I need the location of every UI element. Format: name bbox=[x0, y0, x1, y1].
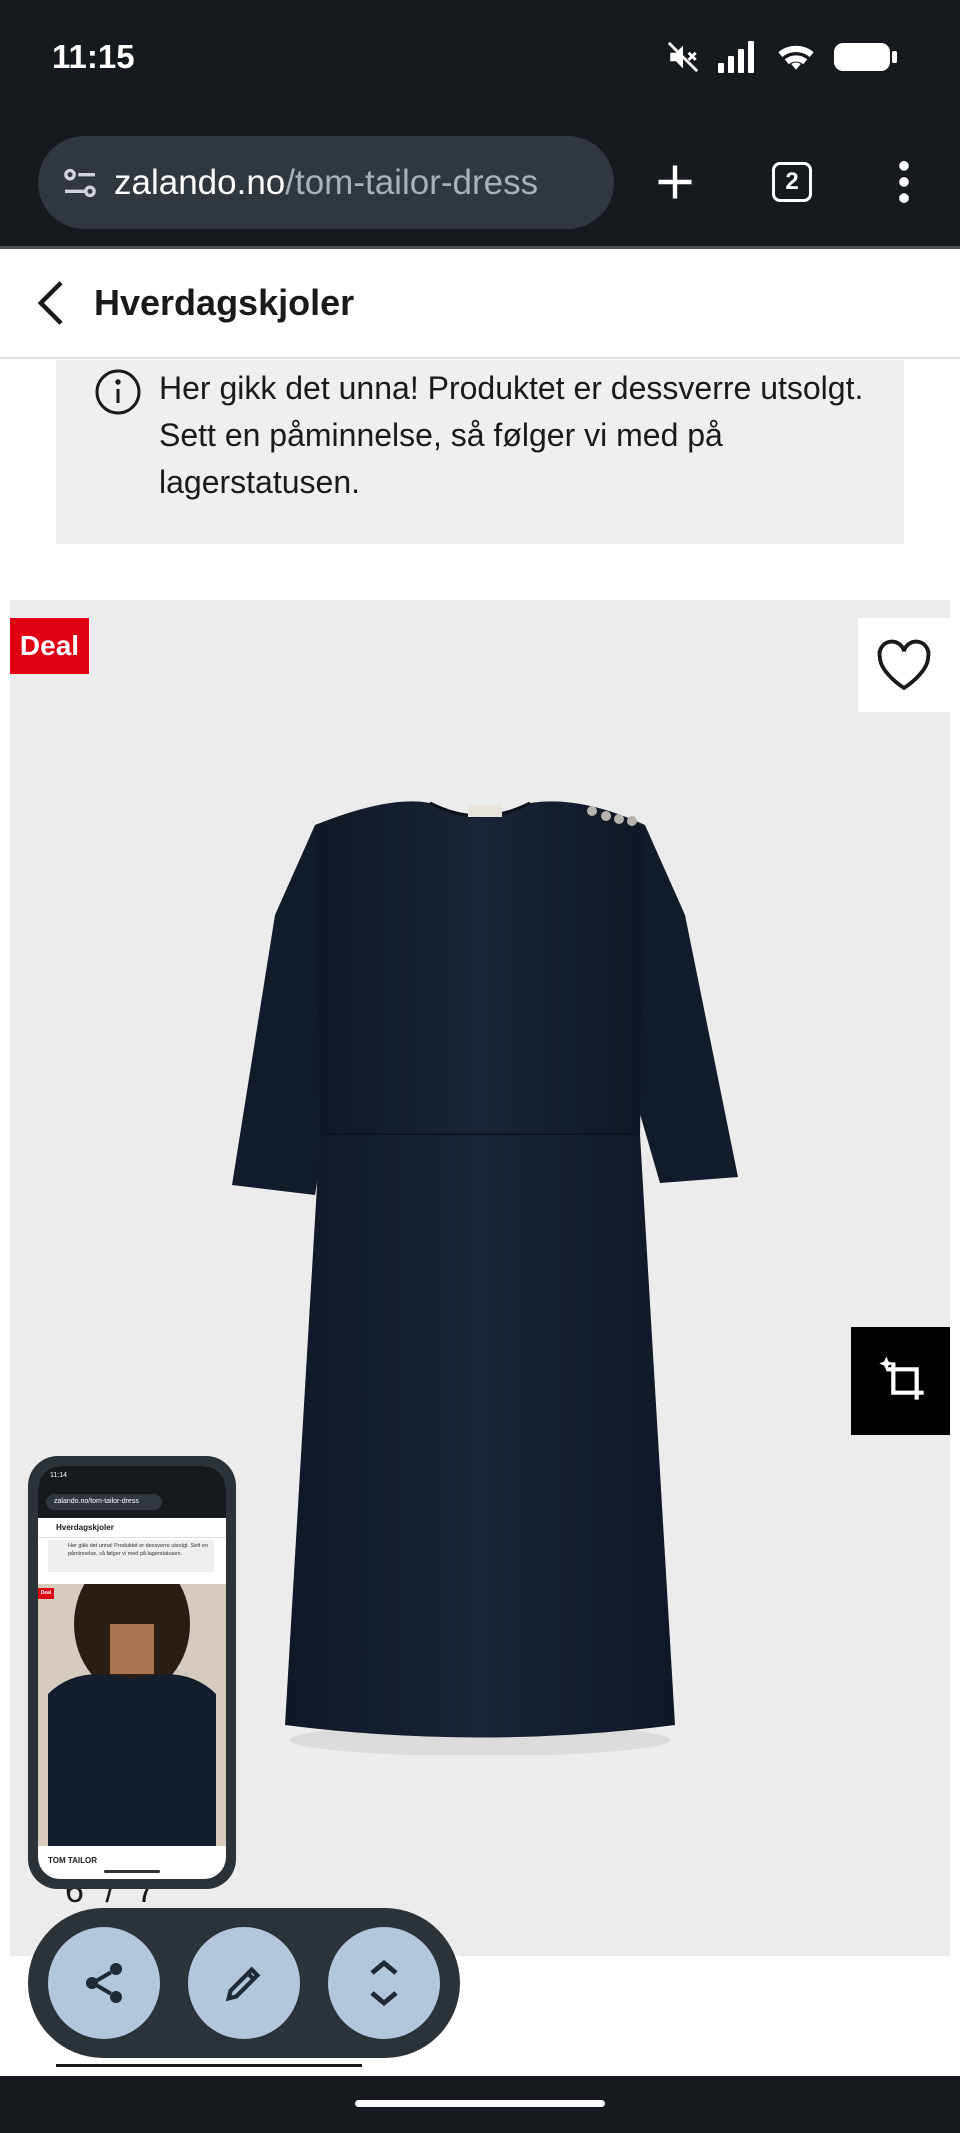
page-title: Hverdagskjoler bbox=[94, 282, 355, 323]
product-dress-image bbox=[232, 801, 738, 1755]
address-bar[interactable]: zalando.no/tom-tailor-dress bbox=[38, 136, 614, 229]
more-vertical-icon bbox=[899, 161, 909, 203]
url-text: zalando.no/tom-tailor-dress bbox=[114, 163, 538, 203]
info-icon bbox=[95, 369, 141, 415]
url-path: /tom-tailor-dress bbox=[285, 162, 539, 202]
notice-text: Her gikk det unna! Produktet er dessverr… bbox=[159, 370, 864, 500]
wifi-icon bbox=[778, 45, 814, 70]
thumbnail-url: zalando.no/tom-tailor-dress bbox=[46, 1494, 162, 1510]
new-tab-button[interactable] bbox=[640, 147, 710, 217]
heart-icon bbox=[877, 639, 931, 691]
signal-icon bbox=[718, 41, 754, 73]
home-indicator[interactable] bbox=[355, 2100, 605, 2107]
mute-icon bbox=[667, 41, 699, 73]
pencil-icon bbox=[225, 1966, 261, 2002]
sold-out-notice: Her gikk det unna! Produktet er dessverr… bbox=[56, 360, 904, 544]
status-icons bbox=[666, 40, 898, 74]
wishlist-button[interactable] bbox=[858, 618, 950, 712]
page-header: Hverdagskjoler bbox=[0, 249, 960, 359]
tab-count: 2 bbox=[772, 162, 812, 202]
browser-chrome: 11:15 zalando.no/tom-tailor-dress 2 bbox=[0, 0, 960, 249]
thumbnail-model-photo: Deal bbox=[38, 1584, 226, 1846]
thumbnail-home-indicator bbox=[104, 1870, 160, 1873]
thumbnail-model-image bbox=[38, 1584, 226, 1846]
thumbnail-notice: Her gikk det unna! Produktet er dessverr… bbox=[48, 1540, 214, 1572]
crop-sparkle-icon bbox=[879, 1356, 924, 1400]
expand-capture-button[interactable] bbox=[328, 1927, 440, 2039]
battery-icon bbox=[834, 43, 897, 71]
share-button[interactable] bbox=[48, 1927, 160, 2039]
chevron-left-icon bbox=[37, 281, 63, 325]
image-search-button[interactable] bbox=[851, 1327, 950, 1435]
edit-button[interactable] bbox=[188, 1927, 300, 2039]
site-settings-icon[interactable] bbox=[60, 163, 100, 203]
url-domain: zalando.no bbox=[114, 162, 286, 202]
screenshot-actions bbox=[28, 1908, 460, 2058]
thumbnail-brand: TOM TAILOR bbox=[48, 1856, 98, 1865]
deal-badge: Deal bbox=[10, 618, 89, 674]
status-time: 11:15 bbox=[52, 38, 135, 75]
browser-menu-button[interactable] bbox=[869, 147, 939, 217]
back-button[interactable] bbox=[24, 277, 76, 329]
screenshot-thumbnail[interactable]: 11:14 zalando.no/tom-tailor-dress Hverda… bbox=[28, 1456, 236, 1889]
thumbnail-screen: 11:14 zalando.no/tom-tailor-dress Hverda… bbox=[38, 1466, 226, 1879]
thumbnail-header: Hverdagskjoler bbox=[38, 1518, 226, 1538]
tab-underline bbox=[56, 2064, 362, 2067]
plus-icon bbox=[658, 165, 692, 199]
unfold-icon bbox=[370, 1959, 398, 2007]
thumbnail-chrome: 11:14 zalando.no/tom-tailor-dress bbox=[38, 1466, 226, 1518]
share-icon bbox=[86, 1963, 122, 2003]
thumbnail-deal-badge: Deal bbox=[38, 1588, 54, 1599]
tab-switcher-button[interactable]: 2 bbox=[757, 147, 827, 217]
thumbnail-time: 11:14 bbox=[50, 1472, 67, 1479]
